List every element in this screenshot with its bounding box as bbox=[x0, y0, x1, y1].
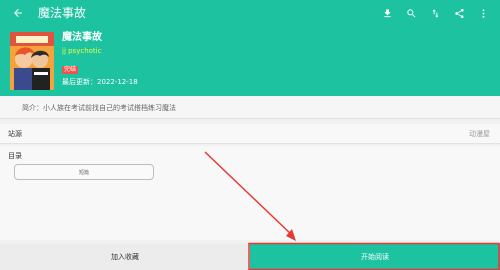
sort-icon bbox=[431, 8, 439, 18]
status-badge: 完结 bbox=[62, 66, 79, 74]
source-row[interactable]: 站源 动漫屋 bbox=[0, 124, 500, 144]
start-reading-button[interactable]: 开始阅读 bbox=[250, 244, 500, 270]
more-icon bbox=[482, 8, 484, 18]
sort-button[interactable] bbox=[426, 3, 444, 23]
share-button[interactable] bbox=[450, 3, 468, 23]
back-button[interactable] bbox=[8, 3, 28, 23]
more-button[interactable] bbox=[474, 3, 492, 23]
bottom-bar: 加入收藏 开始阅读 bbox=[0, 244, 500, 270]
source-label: 站源 bbox=[8, 130, 22, 138]
comic-name: 魔法事故 bbox=[62, 32, 102, 43]
source-value[interactable]: 动漫屋 bbox=[469, 129, 490, 139]
toolbar-actions bbox=[378, 3, 492, 23]
comic-info: 魔法事故 jj psychotic 完结 最后更新：2022-12-18 bbox=[62, 31, 138, 87]
description-panel[interactable]: 简介：小人族在考试前找自己的考试搭档练习魔法 bbox=[0, 96, 500, 119]
table-of-contents: 目录 bbox=[0, 146, 500, 240]
cover-image bbox=[10, 32, 54, 90]
search-icon bbox=[406, 8, 415, 17]
search-button[interactable] bbox=[402, 3, 420, 23]
app-title: 魔法事故 bbox=[38, 6, 87, 20]
top-bar: 魔法事故 bbox=[0, 0, 500, 26]
app-root: 魔法事故 魔法事故 jj psychotic 完结 最后更新：2022-12-1… bbox=[0, 0, 500, 270]
download-icon bbox=[383, 8, 391, 17]
share-icon bbox=[454, 8, 464, 18]
comic-cover[interactable] bbox=[10, 32, 54, 90]
add-favorite-button[interactable]: 加入收藏 bbox=[0, 244, 250, 270]
header: 魔法事故 魔法事故 jj psychotic 完结 最后更新：2022-12-1… bbox=[0, 0, 500, 96]
chapter-button[interactable]: 短篇 bbox=[14, 164, 154, 180]
last-updated: 最后更新：2022-12-18 bbox=[62, 78, 138, 86]
toc-label: 目录 bbox=[8, 152, 22, 160]
author-link[interactable]: jj psychotic bbox=[62, 47, 138, 56]
download-button[interactable] bbox=[378, 3, 396, 23]
arrow-left-icon bbox=[14, 9, 22, 17]
description-text: 简介：小人族在考试前找自己的考试搭档练习魔法 bbox=[22, 104, 176, 112]
